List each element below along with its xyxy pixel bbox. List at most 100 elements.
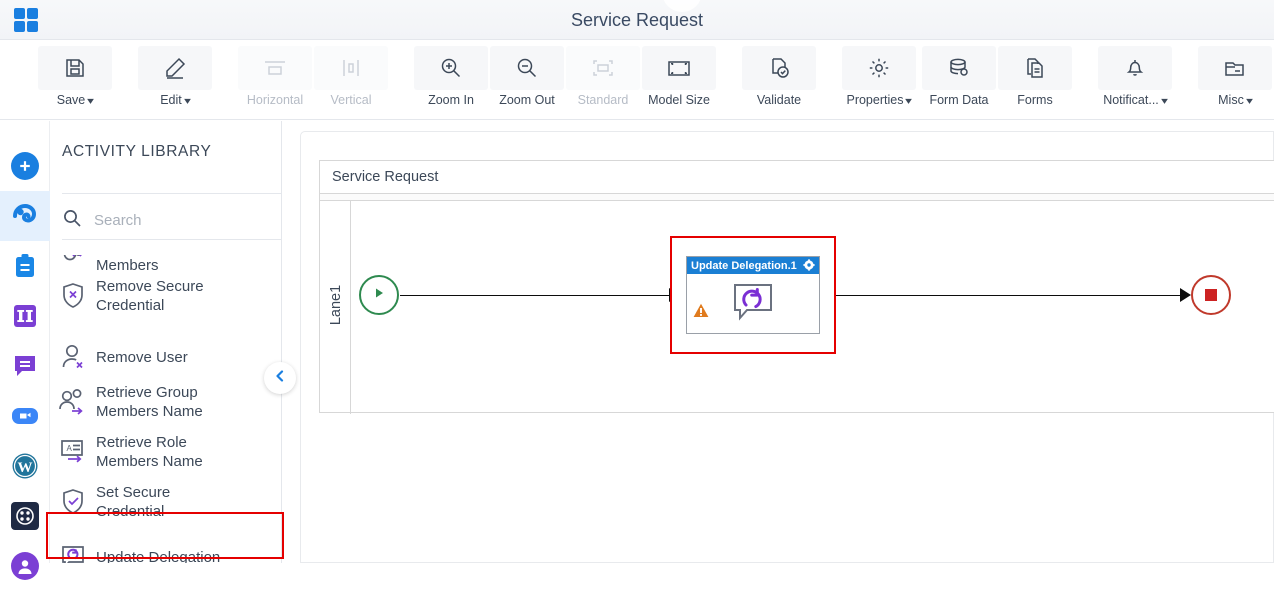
- misc-folder-icon: [1198, 46, 1272, 90]
- toolbar-button-properties[interactable]: Properties▾: [842, 46, 916, 114]
- activity-list[interactable]: Members Remove Secure Credential Remove …: [50, 219, 282, 563]
- toolbar-label-standard: Standard: [566, 93, 640, 107]
- chat-bubble-icon: [11, 352, 39, 380]
- svg-text:A: A: [67, 444, 73, 453]
- chevron-down-icon: ▾: [184, 96, 191, 107]
- toolbar-label-save: Save▾: [38, 93, 112, 107]
- toolbar-label-properties: Properties▾: [842, 93, 916, 107]
- toolbar-label-zoom-out: Zoom Out: [490, 93, 564, 107]
- list-item[interactable]: Retrieve Group Members Name: [50, 383, 282, 421]
- forms-document-icon: [998, 46, 1072, 90]
- sidebar-collapse-button[interactable]: [264, 362, 296, 394]
- task-title: Update Delegation.1: [691, 260, 797, 272]
- sequence-flow-task-to-end[interactable]: [836, 295, 1187, 296]
- list-item-label: Remove User: [96, 348, 188, 367]
- horizontal-layout-icon: [238, 46, 312, 90]
- clipboard-icon: [11, 252, 39, 280]
- activity-library-title: ACTIVITY LIBRARY: [62, 143, 211, 161]
- columns-icon: [11, 302, 39, 330]
- list-item[interactable]: Remove Secure Credential: [50, 277, 282, 315]
- task-header: Update Delegation.1: [687, 257, 819, 274]
- rail-item-tasks[interactable]: [0, 241, 50, 291]
- list-item[interactable]: Set Secure Credential: [50, 483, 282, 521]
- rail-item-wordpress[interactable]: W: [0, 441, 50, 491]
- pool-header: Service Request: [320, 161, 1274, 194]
- left-icon-rail: W: [0, 121, 50, 563]
- rail-item-designer[interactable]: [0, 191, 50, 241]
- group-retrieve-icon: [50, 388, 96, 416]
- add-new-button[interactable]: [0, 141, 50, 191]
- toolbar-button-notifications[interactable]: Notificat...▾: [1098, 46, 1172, 114]
- grid-circle-icon: [11, 502, 39, 530]
- lane-header[interactable]: Lane1: [320, 201, 351, 414]
- model-size-icon: [642, 46, 716, 90]
- rail-item-columns[interactable]: [0, 291, 50, 341]
- start-event[interactable]: [359, 275, 399, 315]
- list-item-label: Members: [96, 256, 159, 275]
- vertical-layout-icon: [314, 46, 388, 90]
- svg-text:W: W: [18, 460, 33, 476]
- plus-circle-icon: [11, 152, 39, 180]
- database-form-data-icon: [922, 46, 996, 90]
- warning-triangle-icon: [693, 303, 709, 323]
- list-item-label: Update Delegation: [96, 548, 220, 564]
- play-triangle-icon: [372, 286, 386, 305]
- end-event[interactable]: [1191, 275, 1231, 315]
- standard-size-icon: [566, 46, 640, 90]
- shield-remove-icon: [50, 281, 96, 311]
- rail-item-account[interactable]: [0, 541, 50, 591]
- update-delegation-icon: [50, 543, 96, 563]
- toolbar-button-misc[interactable]: Misc▾: [1198, 46, 1272, 114]
- gear-properties-icon: [842, 46, 916, 90]
- video-camera-icon: [11, 402, 39, 430]
- toolbar-label-horizontal: Horizontal: [238, 93, 312, 107]
- toolbar-button-validate[interactable]: Validate: [742, 46, 816, 114]
- list-item-update-delegation[interactable]: Update Delegation: [50, 543, 282, 563]
- user-remove-icon: [50, 343, 96, 371]
- toolbar-button-model-size[interactable]: Model Size: [642, 46, 716, 114]
- toolbar-label-zoom-in: Zoom In: [414, 93, 488, 107]
- sequence-flow-start-to-task[interactable]: [400, 295, 672, 296]
- toolbar-button-zoom-out[interactable]: Zoom Out: [490, 46, 564, 114]
- toolbar-button-vertical[interactable]: Vertical: [314, 46, 388, 114]
- main-toolbar: Save▾ Edit▾ Horizontal Vertical: [0, 40, 1274, 120]
- pool-title: Service Request: [332, 169, 438, 185]
- list-item[interactable]: A Retrieve Role Members Name: [50, 433, 282, 471]
- activity-library-panel: ACTIVITY LIBRARY Members: [50, 121, 282, 563]
- toolbar-label-edit: Edit▾: [138, 93, 212, 107]
- chevron-down-icon: ▾: [906, 96, 913, 107]
- toolbar-button-save[interactable]: Save▾: [38, 46, 112, 114]
- toolbar-button-zoom-in[interactable]: Zoom In: [414, 46, 488, 114]
- rail-item-integration[interactable]: [0, 491, 50, 541]
- page-title: Service Request: [0, 0, 1274, 40]
- pencil-edit-icon: [138, 46, 212, 90]
- gear-icon[interactable]: [803, 259, 815, 274]
- toolbar-label-vertical: Vertical: [314, 93, 388, 107]
- toolbar-button-edit[interactable]: Edit▾: [138, 46, 212, 114]
- toolbar-label-notifications: Notificat...▾: [1098, 93, 1172, 107]
- list-item[interactable]: Members: [50, 255, 282, 275]
- arrow-head-icon: [1180, 288, 1191, 302]
- members-clipped-icon: [50, 255, 96, 275]
- rail-item-messages[interactable]: [0, 341, 50, 391]
- shield-check-icon: [50, 487, 96, 517]
- rail-item-video[interactable]: [0, 391, 50, 441]
- list-item-label: Retrieve Role Members Name: [96, 433, 203, 471]
- list-item[interactable]: Remove User: [50, 343, 282, 371]
- toolbar-button-horizontal[interactable]: Horizontal: [238, 46, 312, 114]
- task-node-update-delegation[interactable]: Update Delegation.1: [686, 256, 820, 334]
- zoom-in-icon: [414, 46, 488, 90]
- toolbar-button-forms[interactable]: Forms: [998, 46, 1072, 114]
- toolbar-label-model-size: Model Size: [642, 93, 716, 107]
- list-item-label: Retrieve Group Members Name: [96, 383, 203, 421]
- designer-logo-icon: [11, 202, 39, 230]
- toolbar-label-forms: Forms: [998, 93, 1072, 107]
- task-body: [687, 274, 819, 333]
- toolbar-label-validate: Validate: [742, 93, 816, 107]
- save-floppy-icon: [38, 46, 112, 90]
- role-retrieve-icon: A: [50, 438, 96, 466]
- wordpress-icon: W: [11, 452, 39, 480]
- library-divider-top: [62, 193, 282, 194]
- toolbar-button-form-data[interactable]: Form Data: [922, 46, 996, 114]
- toolbar-button-standard[interactable]: Standard: [566, 46, 640, 114]
